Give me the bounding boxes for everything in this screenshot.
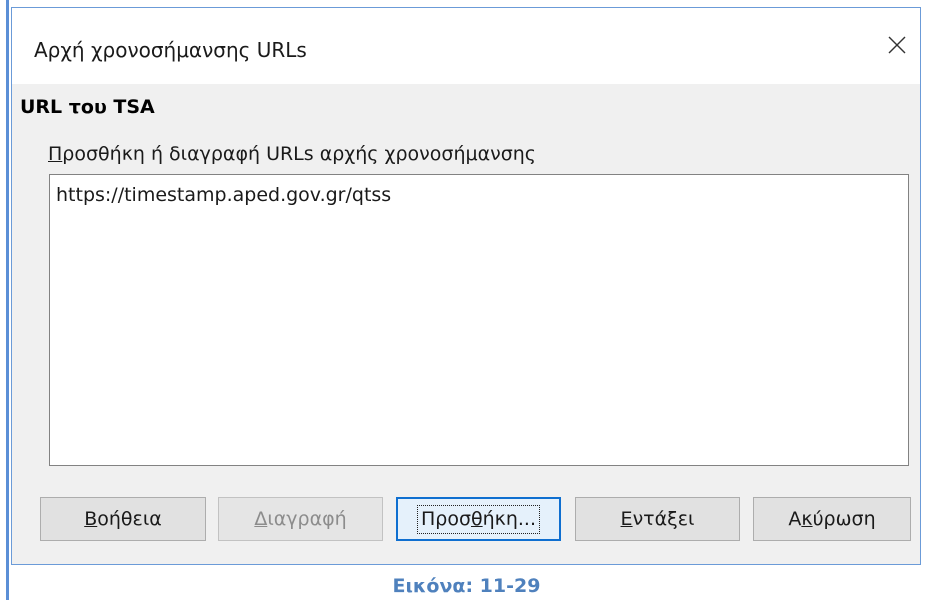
delete-button-mnemonic: Δ <box>254 508 268 530</box>
list-item[interactable]: https://timestamp.aped.gov.gr/qtss <box>56 184 391 206</box>
timestamp-authority-dialog: Αρχή χρονοσήμανσης URLs URL του TSA Προσ… <box>11 7 921 565</box>
cancel-button-mnemonic: κ <box>801 508 813 530</box>
cancel-button-label-end: ύρωση <box>812 508 876 530</box>
ok-button-mnemonic: Ε <box>620 508 633 530</box>
help-button-label: οήθεια <box>97 508 162 530</box>
url-list-label: Προσθήκη ή διαγραφή URLs αρχής χρονοσήμα… <box>48 143 536 165</box>
help-button-mnemonic: Β <box>84 508 98 530</box>
delete-button[interactable]: Διαγραφή <box>218 497 383 541</box>
document-margin-rule <box>6 0 9 600</box>
ok-button-label: ντάξει <box>632 508 695 530</box>
add-button-mnemonic: θ <box>470 507 483 530</box>
url-listbox[interactable]: https://timestamp.aped.gov.gr/qtss <box>49 174 909 466</box>
dialog-titlebar: Αρχή χρονοσήμανσης URLs <box>12 8 920 84</box>
figure-caption: Εικόνα: 11-29 <box>392 575 541 597</box>
url-list-label-text: ροσθήκη ή διαγραφή URLs αρχής χρονοσήμαν… <box>62 143 536 165</box>
cancel-button[interactable]: Ακ ύρωση <box>753 497 911 541</box>
help-button[interactable]: Βοήθεια <box>40 497 206 541</box>
section-title: URL του TSA <box>20 96 155 118</box>
add-button-label-start: Προσ <box>420 507 471 530</box>
url-list-label-mnemonic: Π <box>48 143 63 165</box>
dialog-title: Αρχή χρονοσήμανσης URLs <box>34 38 307 62</box>
page: Αρχή χρονοσήμανσης URLs URL του TSA Προσ… <box>0 0 933 600</box>
delete-button-label: ιαγραφή <box>267 508 347 530</box>
dialog-content: URL του TSA Προσθήκη ή διαγραφή URLs αρχ… <box>12 84 920 564</box>
close-button[interactable] <box>880 28 914 62</box>
ok-button[interactable]: Εντάξει <box>575 497 740 541</box>
add-button[interactable]: Προσθήκη... <box>396 497 561 541</box>
add-button-label-end: ήκη... <box>482 507 537 530</box>
cancel-button-label-start: Α <box>788 508 802 530</box>
close-icon <box>888 36 906 54</box>
add-button-focus-ring: Προσθήκη... <box>416 504 541 534</box>
